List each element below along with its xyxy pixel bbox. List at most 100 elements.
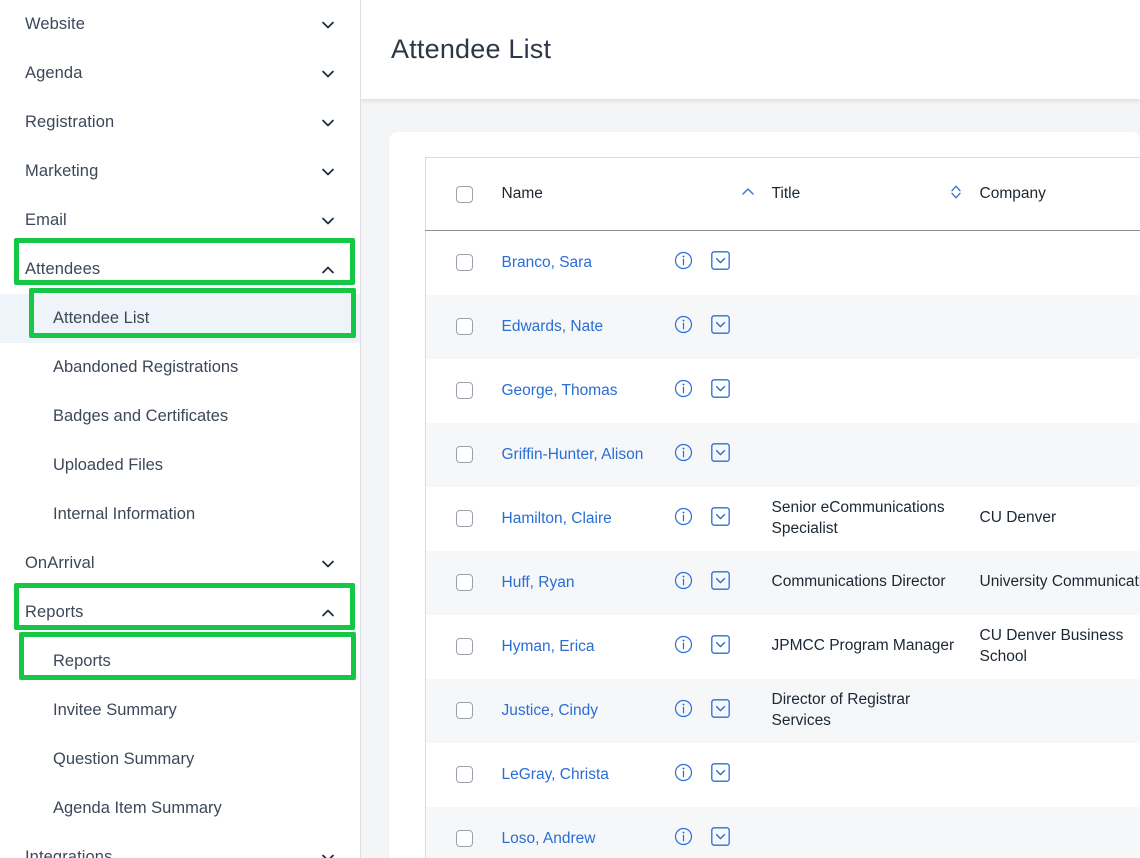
info-icon[interactable] <box>674 635 693 659</box>
table-row[interactable]: Hamilton, Claire Senior eCommunications S… <box>426 487 1140 551</box>
sidebar-group-header-onarrival[interactable]: OnArrival <box>0 539 360 588</box>
sidebar-item-question-summary[interactable]: Question Summary <box>0 735 360 784</box>
attendee-name-link[interactable]: Loso, Andrew <box>502 830 674 848</box>
chevron-down-icon[interactable] <box>320 17 336 33</box>
sidebar-group-header-integrations[interactable]: Integrations <box>0 833 360 858</box>
row-company-cell: CU Denver <box>980 487 1140 551</box>
chevron-down-box-icon[interactable] <box>710 250 730 275</box>
chevron-down-icon[interactable] <box>320 115 336 131</box>
column-header-company[interactable]: Company <box>979 157 1140 231</box>
table-row[interactable]: LeGray, Christa <box>426 743 1140 807</box>
column-header-label: Company <box>979 185 1046 202</box>
info-icon[interactable] <box>674 571 693 595</box>
row-checkbox[interactable] <box>456 510 473 527</box>
info-icon[interactable] <box>674 379 693 403</box>
content-area: Name Title Company Branco, Sara Edwards, Na… <box>361 99 1140 858</box>
sidebar-item-reports[interactable]: Reports <box>0 637 360 686</box>
info-icon[interactable] <box>674 507 693 531</box>
sidebar-group-header-marketing[interactable]: Marketing <box>0 147 360 196</box>
table-row[interactable]: Loso, Andrew <box>425 806 1140 858</box>
sort-toggle-icon[interactable] <box>948 183 964 206</box>
chevron-up-icon[interactable] <box>320 605 336 621</box>
info-icon[interactable] <box>674 443 693 467</box>
sidebar-group-header-website[interactable]: Website <box>0 0 360 49</box>
info-icon[interactable] <box>674 699 693 723</box>
sort-ascending-icon[interactable] <box>740 184 756 205</box>
info-icon[interactable] <box>674 763 693 787</box>
row-company-cell <box>980 359 1140 423</box>
sidebar-item-badges-and-certificates[interactable]: Badges and Certificates <box>0 392 360 441</box>
chevron-down-icon[interactable] <box>320 164 336 180</box>
sidebar-group-header-registration[interactable]: Registration <box>0 98 360 147</box>
row-checkbox[interactable] <box>456 702 473 719</box>
sidebar-group-label: Website <box>25 15 86 33</box>
chevron-down-box-icon[interactable] <box>710 442 730 467</box>
row-checkbox[interactable] <box>456 446 473 463</box>
table-row[interactable]: Branco, Sara <box>426 231 1140 295</box>
chevron-down-box-icon[interactable] <box>710 506 730 531</box>
attendee-table[interactable]: Name Title Company Branco, Sara Edwards, Na… <box>425 157 1140 858</box>
attendee-name-link[interactable]: Edwards, Nate <box>502 318 674 336</box>
attendee-name-link[interactable]: Justice, Cindy <box>502 702 674 720</box>
info-icon[interactable] <box>674 315 693 339</box>
attendee-name-link[interactable]: Hamilton, Claire <box>502 510 674 528</box>
sidebar-item-label: Reports <box>53 652 111 670</box>
sidebar-group-header-email[interactable]: Email <box>0 196 360 245</box>
attendee-name-link[interactable]: Branco, Sara <box>502 254 674 272</box>
chevron-down-icon[interactable] <box>320 66 336 82</box>
row-checkbox[interactable] <box>456 382 473 399</box>
row-company-cell <box>980 231 1140 295</box>
sidebar-item-uploaded-files[interactable]: Uploaded Files <box>0 441 360 490</box>
column-header-name[interactable]: Name <box>501 157 772 231</box>
sidebar-group-header-agenda[interactable]: Agenda <box>0 49 360 98</box>
select-all-checkbox[interactable] <box>456 185 473 203</box>
attendee-name-link[interactable]: George, Thomas <box>502 382 674 400</box>
chevron-down-box-icon[interactable] <box>710 634 730 659</box>
row-checkbox[interactable] <box>456 638 473 655</box>
sidebar-group-marketing: Marketing <box>0 147 360 196</box>
row-checkbox[interactable] <box>456 574 473 591</box>
sidebar-navigation[interactable]: Website Agenda Registration Marketing Email A… <box>0 0 361 858</box>
chevron-down-box-icon[interactable] <box>710 698 730 723</box>
row-checkbox[interactable] <box>456 254 473 272</box>
sidebar-item-agenda-item-summary[interactable]: Agenda Item Summary <box>0 784 360 833</box>
row-select-cell <box>426 423 502 487</box>
sidebar-group-header-reports[interactable]: Reports <box>0 588 360 637</box>
row-checkbox[interactable] <box>456 318 473 335</box>
row-checkbox[interactable] <box>456 766 473 783</box>
row-title-cell <box>772 743 980 807</box>
table-row[interactable]: Hyman, Erica JPMCC Program Manager CU Denv… <box>426 615 1140 679</box>
attendee-company: CU Denver <box>979 509 1057 527</box>
info-icon[interactable] <box>674 827 693 851</box>
attendee-name-link[interactable]: LeGray, Christa <box>502 766 674 784</box>
info-icon[interactable] <box>674 251 693 275</box>
sidebar-item-attendee-list[interactable]: Attendee List <box>0 294 360 343</box>
page-title: Attendee List <box>391 34 552 64</box>
column-header-title[interactable]: Title <box>771 157 980 231</box>
attendee-name-link[interactable]: Griffin-Hunter, Alison <box>502 446 674 464</box>
chevron-down-icon[interactable] <box>320 850 336 858</box>
table-row[interactable]: George, Thomas <box>426 359 1140 423</box>
chevron-down-icon[interactable] <box>320 213 336 229</box>
chevron-down-box-icon[interactable] <box>710 570 730 595</box>
sidebar-group-header-attendees[interactable]: Attendees <box>0 245 360 294</box>
chevron-down-box-icon[interactable] <box>710 314 730 339</box>
table-row[interactable]: Griffin-Hunter, Alison <box>425 422 1140 487</box>
table-row[interactable]: Justice, Cindy Director of Registrar Serv… <box>425 678 1140 743</box>
table-row[interactable]: Edwards, Nate <box>425 294 1140 359</box>
row-name-cell: George, Thomas <box>502 359 772 423</box>
row-checkbox[interactable] <box>456 830 473 847</box>
chevron-down-box-icon[interactable] <box>710 826 730 851</box>
sidebar-group-email: Email <box>0 196 360 245</box>
attendee-name-link[interactable]: Huff, Ryan <box>502 574 674 592</box>
sidebar-group-agenda: Agenda <box>0 49 360 98</box>
table-row[interactable]: Huff, Ryan Communications Director Univers… <box>425 550 1140 615</box>
chevron-down-icon[interactable] <box>320 556 336 572</box>
sidebar-item-invitee-summary[interactable]: Invitee Summary <box>0 686 360 735</box>
chevron-up-icon[interactable] <box>320 262 336 278</box>
chevron-down-box-icon[interactable] <box>710 762 730 787</box>
chevron-down-box-icon[interactable] <box>710 378 730 403</box>
attendee-name-link[interactable]: Hyman, Erica <box>502 638 674 656</box>
sidebar-item-abandoned-registrations[interactable]: Abandoned Registrations <box>0 343 360 392</box>
sidebar-item-internal-information[interactable]: Internal Information <box>0 490 360 539</box>
